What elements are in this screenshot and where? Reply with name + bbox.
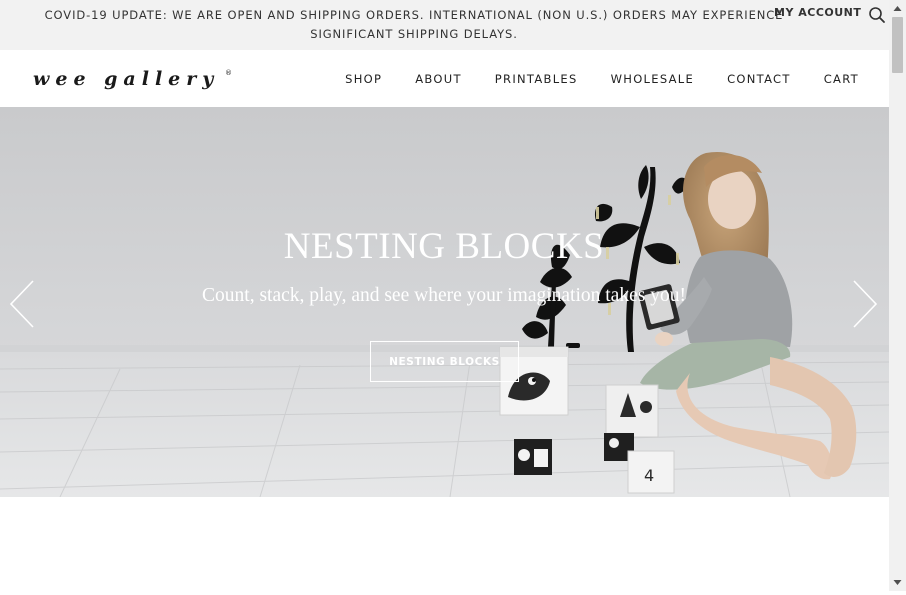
announcement-line-2: SIGNIFICANT SHIPPING DELAYS. bbox=[310, 27, 518, 41]
announcement-bar: COVID-19 UPDATE: WE ARE OPEN AND SHIPPIN… bbox=[0, 0, 889, 50]
search-icon bbox=[869, 7, 885, 23]
chevron-left-icon bbox=[9, 280, 34, 328]
slider-prev-button[interactable] bbox=[8, 279, 36, 329]
nav-shop[interactable]: SHOP bbox=[345, 72, 382, 86]
nav-about[interactable]: ABOUT bbox=[415, 72, 462, 86]
site-logo[interactable]: wee gallery ® bbox=[32, 61, 236, 97]
site-header: wee gallery ® SHOP ABOUT PRINTABLES WHOL… bbox=[0, 50, 889, 107]
chevron-right-icon bbox=[853, 280, 878, 328]
logo-wordmark: wee gallery bbox=[33, 68, 219, 90]
my-account-link[interactable]: MY ACCOUNT bbox=[774, 6, 861, 19]
triangle-up-icon bbox=[893, 6, 902, 11]
logo-registered-mark: ® bbox=[225, 69, 232, 77]
announcement-text: COVID-19 UPDATE: WE ARE OPEN AND SHIPPIN… bbox=[40, 6, 788, 44]
scroll-down-button[interactable] bbox=[889, 574, 906, 591]
scrollbar-thumb[interactable] bbox=[892, 17, 903, 73]
nav-wholesale[interactable]: WHOLESALE bbox=[611, 72, 695, 86]
block-glyph-four: 4 bbox=[644, 466, 654, 485]
search-button[interactable] bbox=[868, 6, 886, 24]
triangle-down-icon bbox=[893, 580, 902, 585]
nav-cart[interactable]: CART bbox=[824, 72, 859, 86]
page: COVID-19 UPDATE: WE ARE OPEN AND SHIPPIN… bbox=[0, 0, 889, 591]
hero-slider: 4 NESTING BLOCKS Count, stack, play, and… bbox=[0, 107, 889, 497]
announcement-line-1: COVID-19 UPDATE: WE ARE OPEN AND SHIPPIN… bbox=[44, 8, 784, 22]
slider-next-button[interactable] bbox=[851, 279, 879, 329]
main-nav: SHOP ABOUT PRINTABLES WHOLESALE CONTACT … bbox=[312, 50, 859, 107]
page-scrollbar[interactable] bbox=[889, 0, 906, 591]
hero-title: NESTING BLOCKS bbox=[283, 226, 605, 267]
nav-printables[interactable]: PRINTABLES bbox=[495, 72, 578, 86]
wee-gallery-logo: wee gallery ® bbox=[33, 68, 232, 90]
hero-subtitle: Count, stack, play, and see where your i… bbox=[202, 285, 686, 306]
scroll-up-button[interactable] bbox=[889, 0, 906, 17]
hero-cta-button[interactable]: NESTING BLOCKS bbox=[370, 341, 519, 382]
nav-contact[interactable]: CONTACT bbox=[727, 72, 791, 86]
